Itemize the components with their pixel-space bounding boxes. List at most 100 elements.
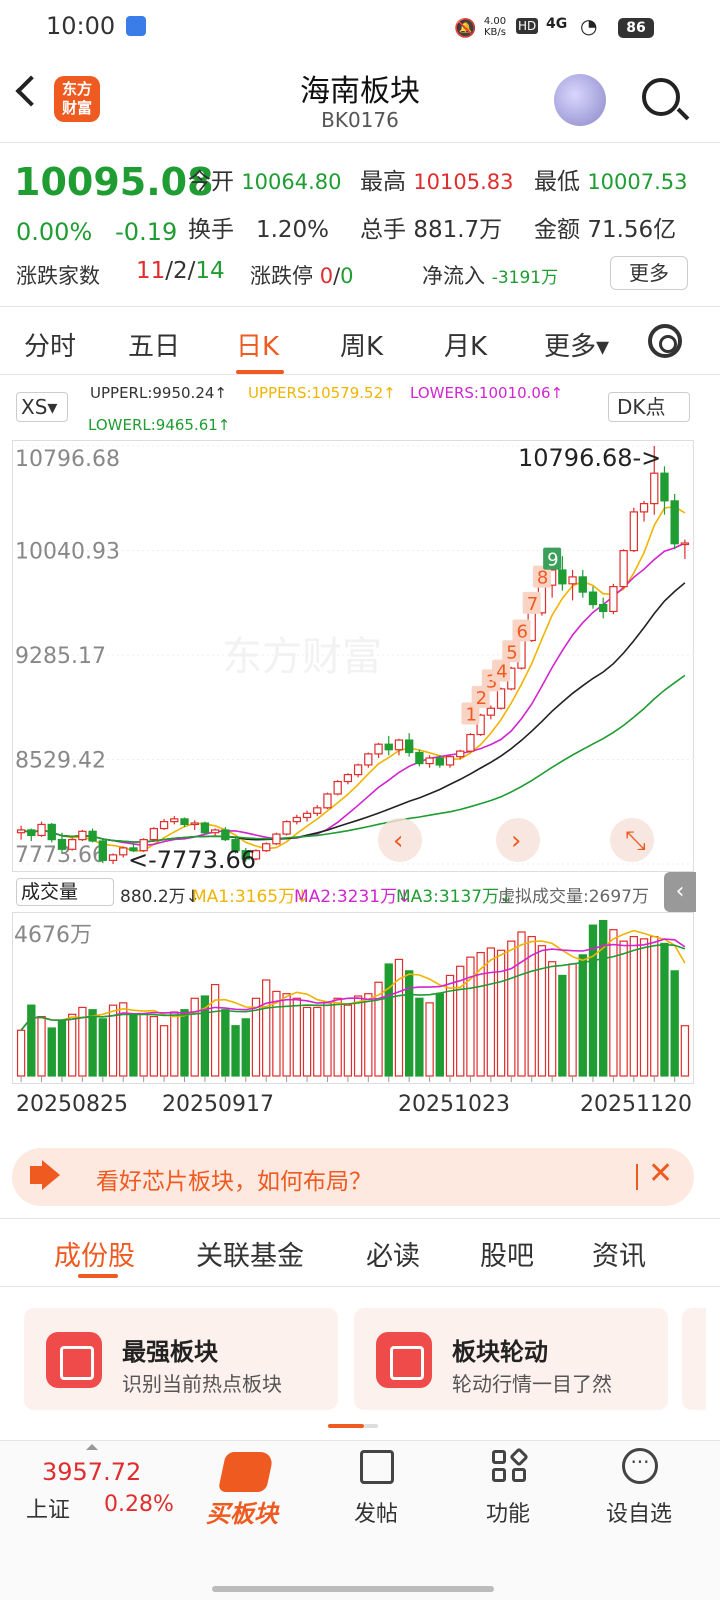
nine-turn-label: 9 xyxy=(547,550,558,571)
tab-related-funds[interactable]: 关联基金 xyxy=(196,1234,304,1273)
high-label: 最高 xyxy=(360,169,406,195)
volume-bar xyxy=(343,1004,353,1077)
edit-post-icon[interactable] xyxy=(360,1450,394,1484)
volume-bar xyxy=(670,970,679,1077)
tab-daily-k[interactable]: 日K xyxy=(236,326,279,363)
candle-body xyxy=(384,743,393,751)
volume-bar xyxy=(609,929,618,1077)
lowers-value: LOWERS:10010.06↑ xyxy=(410,384,564,402)
card-sector-rotation[interactable]: 板块轮动 轮动行情一目了然 xyxy=(354,1308,668,1410)
header-divider xyxy=(0,142,720,143)
home-indicator[interactable] xyxy=(212,1586,494,1592)
volume-value: 881.7万 xyxy=(413,217,503,243)
tab-news[interactable]: 资讯 xyxy=(592,1234,646,1273)
net-speed: 4.00 KB/s xyxy=(483,16,507,38)
tab-forum[interactable]: 股吧 xyxy=(480,1234,534,1273)
volume-bar xyxy=(241,1018,250,1077)
section-divider xyxy=(0,1286,720,1287)
tab-must-read[interactable]: 必读 xyxy=(366,1234,420,1273)
y-axis-label: 9285.17 xyxy=(15,644,106,669)
candle-body xyxy=(394,739,404,751)
tab-five-day[interactable]: 五日 xyxy=(128,326,180,363)
add-watchlist-label[interactable]: 设自选 xyxy=(606,1496,672,1528)
page-title: 海南板块 xyxy=(300,74,420,109)
volume-bar xyxy=(507,940,516,1077)
volume-bar xyxy=(88,1009,97,1077)
open-label: 今开 xyxy=(188,169,234,195)
breadth-values: 11/2/14 xyxy=(136,258,225,284)
candle-body xyxy=(170,818,179,823)
candle-body xyxy=(119,847,128,856)
buy-sector-label[interactable]: 买板块 xyxy=(206,1494,278,1529)
y-axis-label: 10796.68 xyxy=(15,447,120,472)
volume-bar xyxy=(680,1025,690,1077)
candle-body xyxy=(190,822,199,826)
assistant-robot-icon[interactable] xyxy=(554,74,606,126)
banner-text: 看好芯片板块，如何布局？ xyxy=(96,1169,372,1195)
high-stat: 最高 10105.83 xyxy=(360,162,514,196)
candle-body xyxy=(302,812,312,819)
index-name[interactable]: 上证 xyxy=(26,1492,70,1524)
volume-bar xyxy=(619,940,628,1077)
tab-more-periods[interactable]: 更多▾ xyxy=(544,326,609,363)
tab-intraday[interactable]: 分时 xyxy=(24,326,76,363)
gear-icon[interactable] xyxy=(648,324,682,358)
change-line: 0.00% -0.19 xyxy=(16,218,177,246)
close-icon[interactable]: ✕ xyxy=(648,1156,673,1191)
tab-weekly-k[interactable]: 周K xyxy=(340,326,383,363)
hd-icon: HD xyxy=(516,18,539,34)
volume-bar xyxy=(221,1009,230,1077)
nine-turn-label: 8 xyxy=(537,568,548,589)
megaphone-icon xyxy=(30,1160,60,1190)
volume-bar xyxy=(558,974,567,1077)
tabs-divider xyxy=(0,374,720,375)
quote-divider xyxy=(0,306,720,307)
nine-turn-label: 4 xyxy=(496,662,507,683)
candle-body xyxy=(568,576,577,585)
indicator-selector[interactable]: XS▾ xyxy=(16,392,68,422)
post-label[interactable]: 发帖 xyxy=(354,1496,398,1528)
candle-body xyxy=(599,603,608,613)
volume-bar xyxy=(333,997,342,1077)
collapse-panel-button[interactable]: ‹ xyxy=(664,872,696,912)
more-stats-button[interactable]: 更多 xyxy=(610,256,688,290)
functions-label[interactable]: 功能 xyxy=(486,1496,530,1528)
candle-body xyxy=(415,751,424,765)
banner-divider xyxy=(0,1218,720,1219)
add-watchlist-icon[interactable]: ··· xyxy=(622,1448,658,1484)
lowerl-value: LOWERL:9465.61↑ xyxy=(88,416,231,434)
nine-turn-label: 6 xyxy=(517,622,528,643)
index-change[interactable]: 0.28% xyxy=(104,1492,174,1517)
upperl-value: UPPERL:9950.24↑ xyxy=(90,384,227,402)
high-value: 10105.83 xyxy=(413,170,514,194)
candle-body xyxy=(660,472,669,502)
dk-point-button[interactable]: DK点 xyxy=(608,392,690,422)
limit-stat: 涨跌停 0/0 xyxy=(250,260,354,290)
candle-body xyxy=(333,780,342,795)
volume-indicator-selector[interactable]: 成交量 xyxy=(16,878,114,906)
turnover-label: 换手 xyxy=(188,217,234,243)
volume-bar xyxy=(425,1002,434,1077)
expand-index-icon[interactable] xyxy=(86,1444,98,1450)
open-value: 10064.80 xyxy=(241,170,342,194)
next-card-peek[interactable] xyxy=(682,1308,706,1410)
volume-bar xyxy=(149,1015,159,1077)
card-strongest-sector[interactable]: 最强板块 识别当前热点板块 xyxy=(24,1308,338,1410)
chart-nav-icon: ‹ xyxy=(393,826,403,856)
search-icon[interactable] xyxy=(642,78,680,116)
volume-bar xyxy=(231,1025,240,1077)
volume-bar xyxy=(394,958,404,1077)
tab-constituents[interactable]: 成份股 xyxy=(54,1234,135,1273)
buy-sector-icon[interactable] xyxy=(217,1452,275,1492)
candlestick-chart[interactable]: 10796.6810040.939285.178529.427773.66东方财… xyxy=(12,440,694,872)
volume-stat: 总手 881.7万 xyxy=(360,210,502,244)
volume-bar xyxy=(486,947,496,1077)
y-axis-label: 10040.93 xyxy=(15,539,120,564)
pager-active xyxy=(328,1424,364,1428)
volume-label: 总手 xyxy=(360,217,406,243)
functions-icon[interactable] xyxy=(492,1450,506,1464)
promo-banner[interactable]: 看好芯片板块，如何布局？ ✕ xyxy=(12,1148,694,1206)
index-value[interactable]: 3957.72 xyxy=(42,1458,141,1486)
tab-monthly-k[interactable]: 月K xyxy=(444,326,487,363)
candle-body xyxy=(180,818,189,826)
